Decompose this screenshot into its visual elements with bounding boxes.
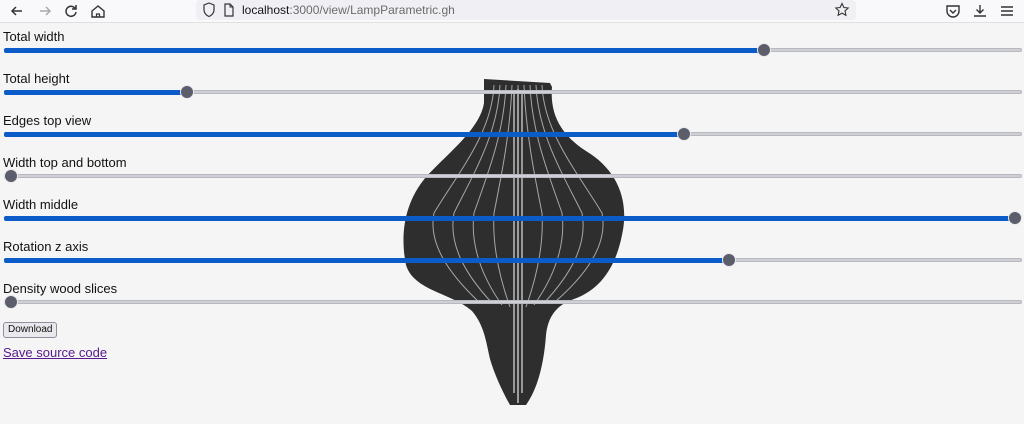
slider-fill xyxy=(4,258,730,263)
slider-thumb[interactable] xyxy=(179,85,194,99)
browser-toolbar: localhost:3000/view/LampParametric.gh xyxy=(0,0,1024,23)
page-icon[interactable] xyxy=(223,3,235,17)
url-text[interactable]: localhost:3000/view/LampParametric.gh xyxy=(242,3,455,17)
url-host: localhost xyxy=(242,3,290,17)
slider-thumb[interactable] xyxy=(757,43,771,57)
slider-total-width[interactable]: Total width xyxy=(3,29,1023,69)
slider-thumb[interactable] xyxy=(4,169,18,183)
slider-fill xyxy=(4,90,188,95)
slider-fill xyxy=(4,132,685,137)
slider-width-top-bottom[interactable]: Width top and bottom xyxy=(3,155,1023,195)
slider-label: Density wood slices xyxy=(3,281,118,296)
slider-track[interactable] xyxy=(4,300,1022,304)
download-icon[interactable] xyxy=(971,2,989,20)
slider-fill xyxy=(4,48,765,53)
back-icon[interactable] xyxy=(8,2,26,20)
reload-icon[interactable] xyxy=(62,2,80,20)
bookmark-star-icon[interactable] xyxy=(834,2,850,18)
download-button[interactable]: Download xyxy=(3,322,58,338)
menu-icon[interactable] xyxy=(998,2,1016,20)
slider-thumb[interactable] xyxy=(1008,211,1022,225)
slider-label: Edges top view xyxy=(3,113,92,128)
url-bar[interactable]: localhost:3000/view/LampParametric.gh xyxy=(196,0,856,20)
url-path: :3000/view/LampParametric.gh xyxy=(289,3,455,17)
pocket-icon[interactable] xyxy=(944,2,962,20)
slider-density-wood-slices[interactable]: Density wood slices xyxy=(3,281,1023,321)
slider-thumb[interactable] xyxy=(721,253,736,267)
save-source-code-link[interactable]: Save source code xyxy=(3,345,107,360)
slider-thumb[interactable] xyxy=(4,295,18,309)
slider-edges-top-view[interactable]: Edges top view xyxy=(3,113,1023,153)
slider-label: Total height xyxy=(3,71,70,86)
home-icon[interactable] xyxy=(89,2,107,20)
viewer-content: Total width Total height Edges top view … xyxy=(0,23,1024,424)
slider-track[interactable] xyxy=(4,174,1022,178)
slider-label: Rotation z axis xyxy=(3,239,89,254)
slider-rotation-z[interactable]: Rotation z axis xyxy=(3,239,1023,279)
forward-icon[interactable] xyxy=(36,2,54,20)
slider-label: Width top and bottom xyxy=(3,155,127,170)
slider-width-middle[interactable]: Width middle xyxy=(3,197,1023,237)
slider-thumb[interactable] xyxy=(676,127,691,141)
shield-icon[interactable] xyxy=(202,2,216,18)
slider-label: Total width xyxy=(3,29,65,44)
slider-total-height[interactable]: Total height xyxy=(3,71,1023,111)
slider-fill xyxy=(4,216,1016,221)
slider-label: Width middle xyxy=(3,197,79,212)
